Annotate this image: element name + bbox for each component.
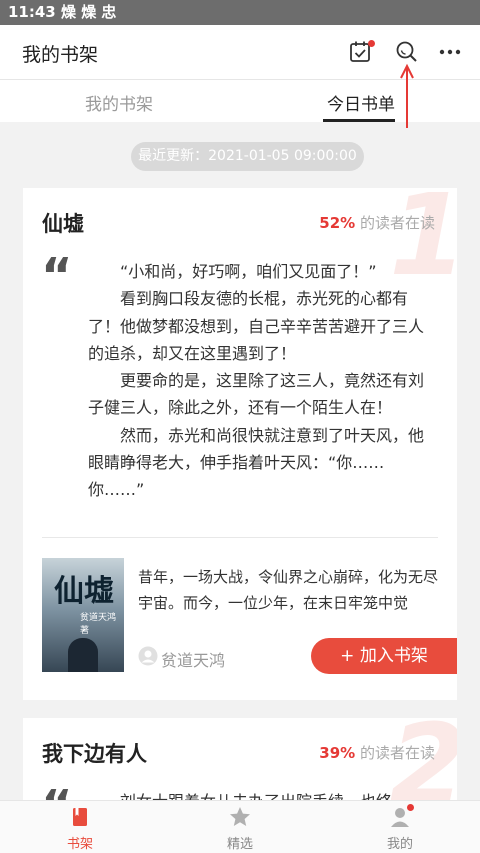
app-header: 我的书架 xyxy=(0,25,480,80)
nav-picks[interactable]: 精选 xyxy=(200,801,280,853)
reader-label: 的读者在读 xyxy=(359,744,435,762)
notification-dot xyxy=(368,40,375,47)
tab-active-indicator xyxy=(323,119,395,122)
last-updated-badge: 最近更新：2021-01-05 09:00:00 xyxy=(131,142,364,171)
tab-bar: 我的书架 今日书单 xyxy=(0,80,480,122)
reader-percent: 52% xyxy=(319,214,356,232)
status-time: 11:43 燥 燥 忠 xyxy=(8,3,117,21)
reader-stat: 39% 的读者在读 xyxy=(319,742,435,763)
bottom-navigation: 书架 精选 我的 xyxy=(0,800,480,853)
notification-dot xyxy=(407,804,414,811)
excerpt-paragraph: “小和尚，好巧啊，咱们又见面了！” xyxy=(120,262,377,281)
add-to-shelf-button[interactable]: + 加入书架 xyxy=(311,638,457,674)
search-icon[interactable] xyxy=(393,38,421,66)
book-cover[interactable]: 仙墟 贫道天鸿 著 xyxy=(42,558,124,672)
nav-bookshelf[interactable]: 书架 xyxy=(40,801,120,853)
cover-title: 仙墟 xyxy=(54,574,114,609)
nav-label: 精选 xyxy=(226,837,253,852)
star-icon xyxy=(230,807,250,826)
status-bar: 11:43 燥 燥 忠 xyxy=(0,0,480,25)
nav-label: 书架 xyxy=(66,837,93,852)
excerpt-paragraph: 看到胸口段友德的长棍，赤光死的心都有了！他做梦都没想到，自己辛辛苦苦避开了三人的… xyxy=(88,289,425,363)
book-excerpt[interactable]: “小和尚，好巧啊，咱们又见面了！” 看到胸口段友德的长棍，赤光死的心都有了！他做… xyxy=(88,258,433,504)
excerpt-paragraph: 然而，赤光和尚很快就注意到了叶天风，他眼睛睁得老大，伸手指着叶天风：“你……你…… xyxy=(88,425,425,500)
author-name: 贫道天鸿 xyxy=(161,651,226,670)
reader-label: 的读者在读 xyxy=(359,214,435,232)
reader-stat: 52% 的读者在读 xyxy=(319,212,435,233)
author-avatar-icon xyxy=(138,646,158,666)
excerpt-paragraph: 更要命的是，这里除了这三人，竟然还有刘子健三人，除此之外，还有一个陌生人在！ xyxy=(88,371,425,418)
book-title[interactable]: 仙墟 xyxy=(42,208,84,238)
book-card[interactable]: 1 仙墟 52% 的读者在读 “ “小和尚，好巧啊，咱们又见面了！” 看到胸口段… xyxy=(23,188,457,700)
tab-my-shelf[interactable]: 我的书架 xyxy=(85,90,153,115)
reader-percent: 39% xyxy=(319,744,356,762)
book-summary: 昔年，一场大战，令仙界之心崩碎，化为无尽宇宙。而今，一位少年，在末日牢笼中觉 xyxy=(138,568,439,612)
cover-subtitle: 贫道天鸿 著 xyxy=(80,613,117,636)
divider xyxy=(42,537,438,538)
nav-mine[interactable]: 我的 xyxy=(360,801,440,853)
cover-figure xyxy=(68,638,98,672)
page-title: 我的书架 xyxy=(22,44,99,66)
calendar-check-icon[interactable] xyxy=(347,38,375,66)
tab-today-list[interactable]: 今日书单 xyxy=(327,90,395,115)
quote-icon: “ xyxy=(41,248,73,304)
book-title[interactable]: 我下边有人 xyxy=(42,738,147,768)
nav-label: 我的 xyxy=(386,837,413,852)
more-dots-icon[interactable] xyxy=(436,38,464,66)
bookshelf-icon xyxy=(73,808,87,826)
